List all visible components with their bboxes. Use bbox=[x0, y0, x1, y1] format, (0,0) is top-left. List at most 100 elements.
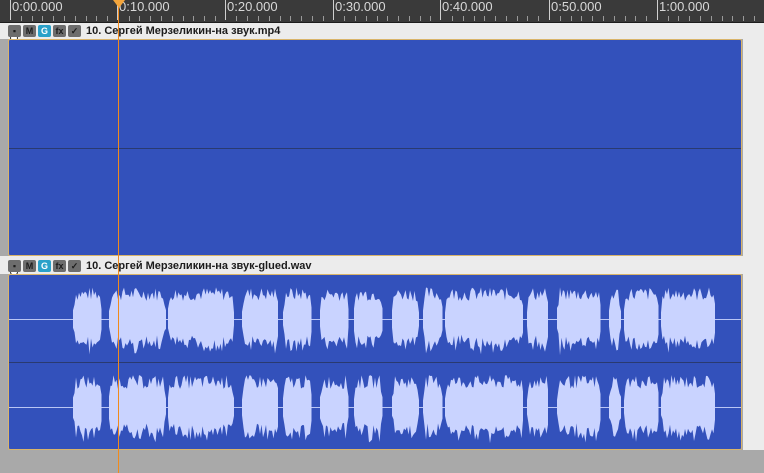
ruler-minor-tick bbox=[63, 16, 65, 21]
ruler-minor-tick bbox=[452, 16, 453, 21]
waveform-burst bbox=[624, 376, 659, 442]
item-name: 10. Сергей Мерзеликин-на звук-glued.wav bbox=[86, 260, 312, 272]
ruler-minor-tick bbox=[171, 16, 173, 21]
item-header[interactable]: ▪ M G fx ✓ 10. Сергей Мерзеликин-на звук… bbox=[8, 259, 312, 273]
envelope-icon[interactable]: ✓ bbox=[68, 25, 81, 37]
lock-icon[interactable]: ▪ bbox=[8, 25, 21, 37]
waveform-burst bbox=[283, 375, 312, 441]
waveform-burst bbox=[354, 375, 383, 443]
ruler-minor-tick bbox=[355, 16, 356, 21]
ruler-minor-tick bbox=[160, 16, 162, 21]
ruler-minor-tick bbox=[710, 16, 712, 21]
ruler-minor-tick bbox=[53, 16, 55, 21]
ruler-minor-tick bbox=[398, 16, 400, 21]
ruler-minor-tick bbox=[311, 16, 313, 21]
ruler-label: 0:20.000 bbox=[227, 0, 278, 14]
ruler-minor-tick bbox=[570, 16, 572, 21]
waveform-burst bbox=[557, 375, 601, 443]
waveform-burst bbox=[168, 287, 234, 352]
ruler-minor-tick bbox=[42, 16, 44, 21]
fx-button[interactable]: fx bbox=[53, 25, 66, 37]
ruler-minor-tick bbox=[646, 16, 647, 21]
ruler-minor-tick bbox=[257, 16, 259, 21]
ruler-minor-tick bbox=[484, 16, 486, 21]
ruler-label: 0:40.000 bbox=[442, 0, 493, 14]
waveform-burst bbox=[609, 376, 621, 437]
ruler-minor-tick bbox=[505, 16, 507, 21]
ruler-minor-tick bbox=[527, 16, 529, 21]
waveform-burst bbox=[445, 375, 523, 444]
group-button[interactable]: G bbox=[38, 260, 51, 272]
waveform-burst bbox=[557, 287, 601, 356]
waveform-burst bbox=[354, 291, 383, 349]
playhead-marker-icon[interactable] bbox=[113, 0, 125, 8]
waveform-burst bbox=[320, 375, 349, 439]
ruler-minor-tick bbox=[462, 16, 464, 21]
ruler-minor-tick bbox=[602, 16, 604, 21]
ruler-label: 1:00.000 bbox=[659, 0, 710, 14]
waveform-burst bbox=[624, 288, 659, 350]
ruler-minor-tick bbox=[182, 16, 184, 21]
ruler-minor-tick bbox=[268, 16, 270, 21]
fx-button[interactable]: fx bbox=[53, 260, 66, 272]
ruler-minor-tick bbox=[31, 16, 33, 21]
ruler-minor-tick bbox=[743, 16, 744, 21]
ruler-minor-tick bbox=[387, 16, 389, 21]
ruler-minor-tick bbox=[301, 16, 303, 21]
ruler-minor-tick bbox=[322, 16, 324, 21]
ruler-minor-tick bbox=[721, 16, 723, 21]
waveform-burst bbox=[445, 287, 523, 355]
envelope-icon[interactable]: ✓ bbox=[68, 260, 81, 272]
ruler-label: 0:10.000 bbox=[119, 0, 170, 14]
ruler-minor-tick bbox=[74, 16, 76, 21]
ruler-minor-tick bbox=[408, 16, 410, 21]
waveform-burst bbox=[283, 287, 312, 352]
ruler-minor-tick bbox=[753, 16, 755, 21]
waveform-burst bbox=[527, 288, 548, 352]
ruler-minor-tick bbox=[581, 16, 583, 21]
ruler-minor-tick bbox=[344, 16, 346, 21]
ruler-minor-tick bbox=[592, 16, 594, 21]
waveform-burst bbox=[661, 287, 715, 353]
ruler-minor-tick bbox=[732, 16, 734, 21]
waveform-burst bbox=[392, 376, 419, 439]
ruler-minor-tick bbox=[290, 16, 292, 21]
ruler-minor-tick bbox=[96, 16, 98, 21]
ruler-minor-tick bbox=[247, 16, 249, 21]
group-button[interactable]: G bbox=[38, 25, 51, 37]
ruler-minor-tick bbox=[635, 16, 637, 21]
waveform-burst bbox=[73, 375, 102, 442]
ruler-minor-tick bbox=[128, 16, 130, 21]
empty-track-area[interactable] bbox=[0, 450, 764, 473]
playhead-cursor[interactable] bbox=[118, 0, 119, 473]
waveform-burst bbox=[423, 375, 443, 440]
item-name: 10. Сергей Мерзеликин-на звук.mp4 bbox=[86, 25, 281, 37]
waveform-burst bbox=[392, 290, 419, 350]
waveform-burst bbox=[320, 289, 349, 350]
mute-button[interactable]: M bbox=[23, 260, 36, 272]
ruler-minor-tick bbox=[538, 16, 540, 21]
lock-icon[interactable]: ▪ bbox=[8, 260, 21, 272]
waveform-burst bbox=[661, 375, 715, 441]
ruler-minor-tick bbox=[613, 16, 615, 21]
ruler-minor-tick bbox=[678, 16, 680, 21]
ruler-minor-tick bbox=[139, 16, 141, 21]
ruler-minor-tick bbox=[236, 16, 238, 21]
ruler-label: 0:50.000 bbox=[551, 0, 602, 14]
ruler-minor-tick bbox=[150, 16, 152, 21]
ruler-minor-tick bbox=[85, 16, 87, 21]
waveform-burst bbox=[168, 375, 234, 441]
mute-button[interactable]: M bbox=[23, 25, 36, 37]
track-area-edge bbox=[743, 23, 764, 450]
ruler-label: 0:30.000 bbox=[335, 0, 386, 14]
ruler-minor-tick bbox=[214, 16, 216, 21]
item-header[interactable]: ▪ M G fx ✓ 10. Сергей Мерзеликин-на звук… bbox=[8, 24, 280, 38]
waveform-burst bbox=[73, 287, 102, 355]
ruler-minor-tick bbox=[689, 16, 691, 21]
ruler-minor-tick bbox=[20, 16, 22, 21]
waveform-burst bbox=[423, 287, 443, 354]
ruler-minor-tick bbox=[279, 16, 281, 21]
ruler-minor-tick bbox=[495, 16, 497, 21]
waveform-burst bbox=[609, 289, 621, 351]
ruler-minor-tick bbox=[204, 16, 205, 21]
